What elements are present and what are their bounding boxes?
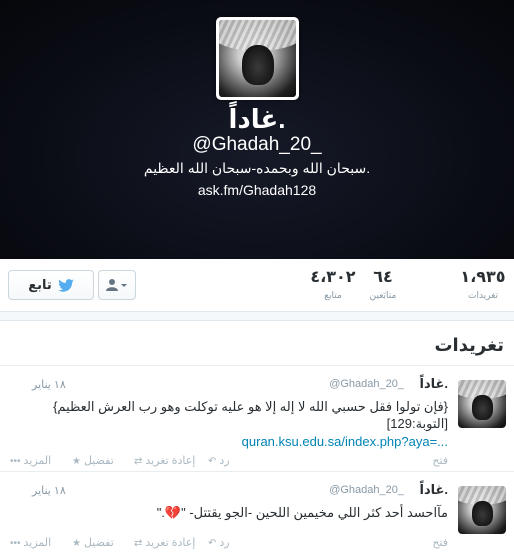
profile-header: غاداً. @Ghadah_20_ سبحان الله وبحمده-سبح…	[0, 0, 514, 259]
more-action[interactable]: ••• المزيد	[10, 454, 51, 467]
retweet-action[interactable]: ⇄ إعادة تغريد	[134, 454, 195, 467]
tweet-author-handle[interactable]: @Ghadah_20_	[329, 484, 404, 496]
tweet-date[interactable]: ١٨ يناير	[32, 378, 66, 391]
tweets-section-title: تغريدات	[434, 335, 504, 355]
retweet-icon: ⇄	[134, 538, 143, 549]
tweet-item[interactable]: غاداً. @Ghadah_20_ ١٨ يناير مآاحسد أحد ك…	[0, 471, 514, 554]
open-action[interactable]: فتح	[432, 454, 448, 467]
stat-tweets-value: ١،٩٣٥	[460, 269, 506, 286]
reply-action[interactable]: ↶ رد	[208, 536, 230, 549]
reply-action[interactable]: ↶ رد	[208, 454, 230, 467]
twitter-bird-icon	[57, 278, 74, 292]
stat-tweets[interactable]: ١،٩٣٥ تغريدات	[453, 267, 513, 301]
stat-followers-label: متابع	[324, 290, 342, 300]
profile-url[interactable]: ask.fm/Ghadah128	[0, 182, 514, 198]
profile-stats-bar: ١،٩٣٥ تغريدات ٦٤ متابَعين ٤،٣٠٢ متابع تا…	[0, 259, 514, 312]
more-dots-icon: •••	[10, 456, 21, 467]
user-menu-button[interactable]	[98, 270, 136, 300]
tweet-text: مآاحسد أحد كثر اللي مخيمين اللحين -الجو …	[156, 505, 448, 520]
person-caret-icon	[106, 279, 127, 291]
more-dots-icon: •••	[10, 538, 21, 549]
tweet-item[interactable]: غاداً. @Ghadah_20_ ١٨ يناير {فإن تولوا ف…	[0, 365, 514, 471]
tweet-author-name[interactable]: غاداً.	[419, 376, 448, 392]
follow-button[interactable]: تابع	[8, 270, 94, 300]
open-action[interactable]: فتح	[432, 536, 448, 549]
tweet-avatar[interactable]	[458, 380, 506, 428]
profile-display-name: غاداً.	[228, 104, 286, 134]
tweet-text: {فإن تولوا فقل حسبي الله لا إله إلا هو ع…	[53, 399, 448, 431]
stat-tweets-label: تغريدات	[467, 290, 498, 300]
favorite-action[interactable]: ★ تفضيل	[72, 454, 114, 467]
more-action[interactable]: ••• المزيد	[10, 536, 51, 549]
tweets-section: تغريدات غاداً. @Ghadah_20_ ١٨ يناير {فإن…	[0, 320, 514, 554]
profile-avatar[interactable]	[216, 17, 299, 100]
follow-label: تابع	[28, 277, 52, 292]
tweet-avatar[interactable]	[458, 486, 506, 534]
retweet-action[interactable]: ⇄ إعادة تغريد	[134, 536, 195, 549]
stat-followers[interactable]: ٤،٣٠٢ متابع	[303, 267, 363, 301]
tweet-author-handle[interactable]: @Ghadah_20_	[329, 378, 404, 390]
tweet-author-name[interactable]: غاداً.	[419, 482, 448, 498]
reply-arrow-icon: ↶	[208, 456, 217, 467]
tweet-date[interactable]: ١٨ يناير	[32, 484, 66, 497]
profile-bio: سبحان الله وبحمده-سبحان الله العظيم.	[143, 160, 371, 176]
reply-arrow-icon: ↶	[208, 538, 217, 549]
tweet-link[interactable]: quran.ksu.edu.sa/index.php?aya=...	[242, 434, 448, 449]
retweet-icon: ⇄	[134, 456, 143, 467]
stat-followers-value: ٤،٣٠٢	[310, 269, 356, 286]
star-icon: ★	[72, 538, 81, 549]
profile-handle: @Ghadah_20_	[192, 134, 322, 155]
favorite-action[interactable]: ★ تفضيل	[72, 536, 114, 549]
star-icon: ★	[72, 456, 81, 467]
